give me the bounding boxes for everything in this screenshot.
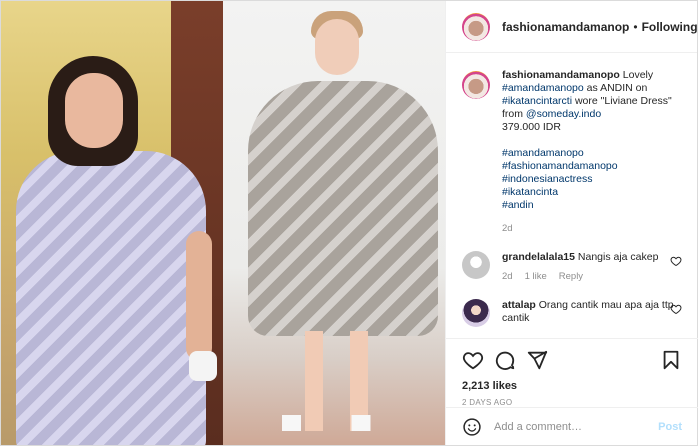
post-date[interactable]: 2 DAYS AGO	[462, 398, 682, 407]
emoji-icon[interactable]	[462, 417, 482, 437]
post-panel: fashionamandamanop • Following fashionam…	[445, 1, 698, 445]
username-link[interactable]: fashionamandamanop	[502, 20, 629, 34]
avatar[interactable]	[462, 299, 490, 327]
comment-username[interactable]: grandelalala15	[502, 251, 575, 263]
hashtag-link[interactable]: #indonesianactress	[502, 173, 682, 186]
post-header: fashionamandamanop • Following	[446, 1, 698, 53]
comment-text: Nangis aja cakep	[577, 251, 659, 263]
caption-username[interactable]: fashionamandamanopo	[502, 69, 620, 81]
caption-avatar[interactable]	[462, 71, 490, 99]
comment-item: attalap Orang cantik mau apa aja ttp can…	[446, 283, 698, 327]
mention-link[interactable]: @someday.indo	[526, 108, 601, 120]
hashtag-link[interactable]: #ikatancinta	[502, 186, 682, 199]
comment-input[interactable]: Add a comment…	[494, 421, 658, 433]
caption-timestamp[interactable]: 2d	[502, 222, 682, 235]
share-icon[interactable]	[526, 349, 548, 371]
post-image[interactable]	[1, 1, 445, 445]
comment-time[interactable]: 2d	[502, 271, 513, 282]
photo-right	[223, 1, 445, 445]
hashtag-link[interactable]: #amandamanopo	[502, 82, 584, 94]
comments-list[interactable]: fashionamandamanopo Lovely #amandamanopo…	[446, 53, 698, 338]
following-button[interactable]: Following	[642, 20, 698, 34]
comment-icon[interactable]	[494, 349, 516, 371]
comment-username[interactable]: attalap	[502, 299, 536, 311]
post-actions: 2,213 likes 2 DAYS AGO	[446, 338, 698, 408]
hashtag-link[interactable]: #fashionamandamanopo	[502, 160, 682, 173]
instagram-post: fashionamandamanop • Following fashionam…	[0, 0, 698, 446]
like-heart-icon[interactable]	[462, 349, 484, 371]
reply-button[interactable]: Reply	[559, 271, 583, 282]
photo-left	[1, 1, 223, 445]
likes-count[interactable]: 2,213 likes	[462, 380, 682, 392]
hashtag-link[interactable]: #amandamanopo	[502, 147, 682, 160]
avatar[interactable]	[462, 12, 490, 41]
heart-icon[interactable]	[670, 303, 682, 315]
separator-dot: •	[633, 19, 638, 34]
add-comment-bar: Add a comment… Post	[446, 407, 698, 445]
post-button[interactable]: Post	[658, 421, 682, 433]
hashtag-link[interactable]: #andin	[502, 199, 682, 212]
avatar[interactable]	[462, 251, 490, 279]
comment-item: grandelalala15 Nangis aja cakep 2d 1 like…	[446, 235, 698, 283]
heart-icon[interactable]	[670, 255, 682, 267]
bookmark-icon[interactable]	[660, 349, 682, 371]
caption: fashionamandamanopo Lovely #amandamanopo…	[446, 53, 698, 235]
comment-likes[interactable]: 1 like	[525, 271, 547, 282]
price-text: 379.000 IDR	[502, 121, 561, 133]
hashtag-link[interactable]: #ikatancintarcti	[502, 95, 572, 107]
